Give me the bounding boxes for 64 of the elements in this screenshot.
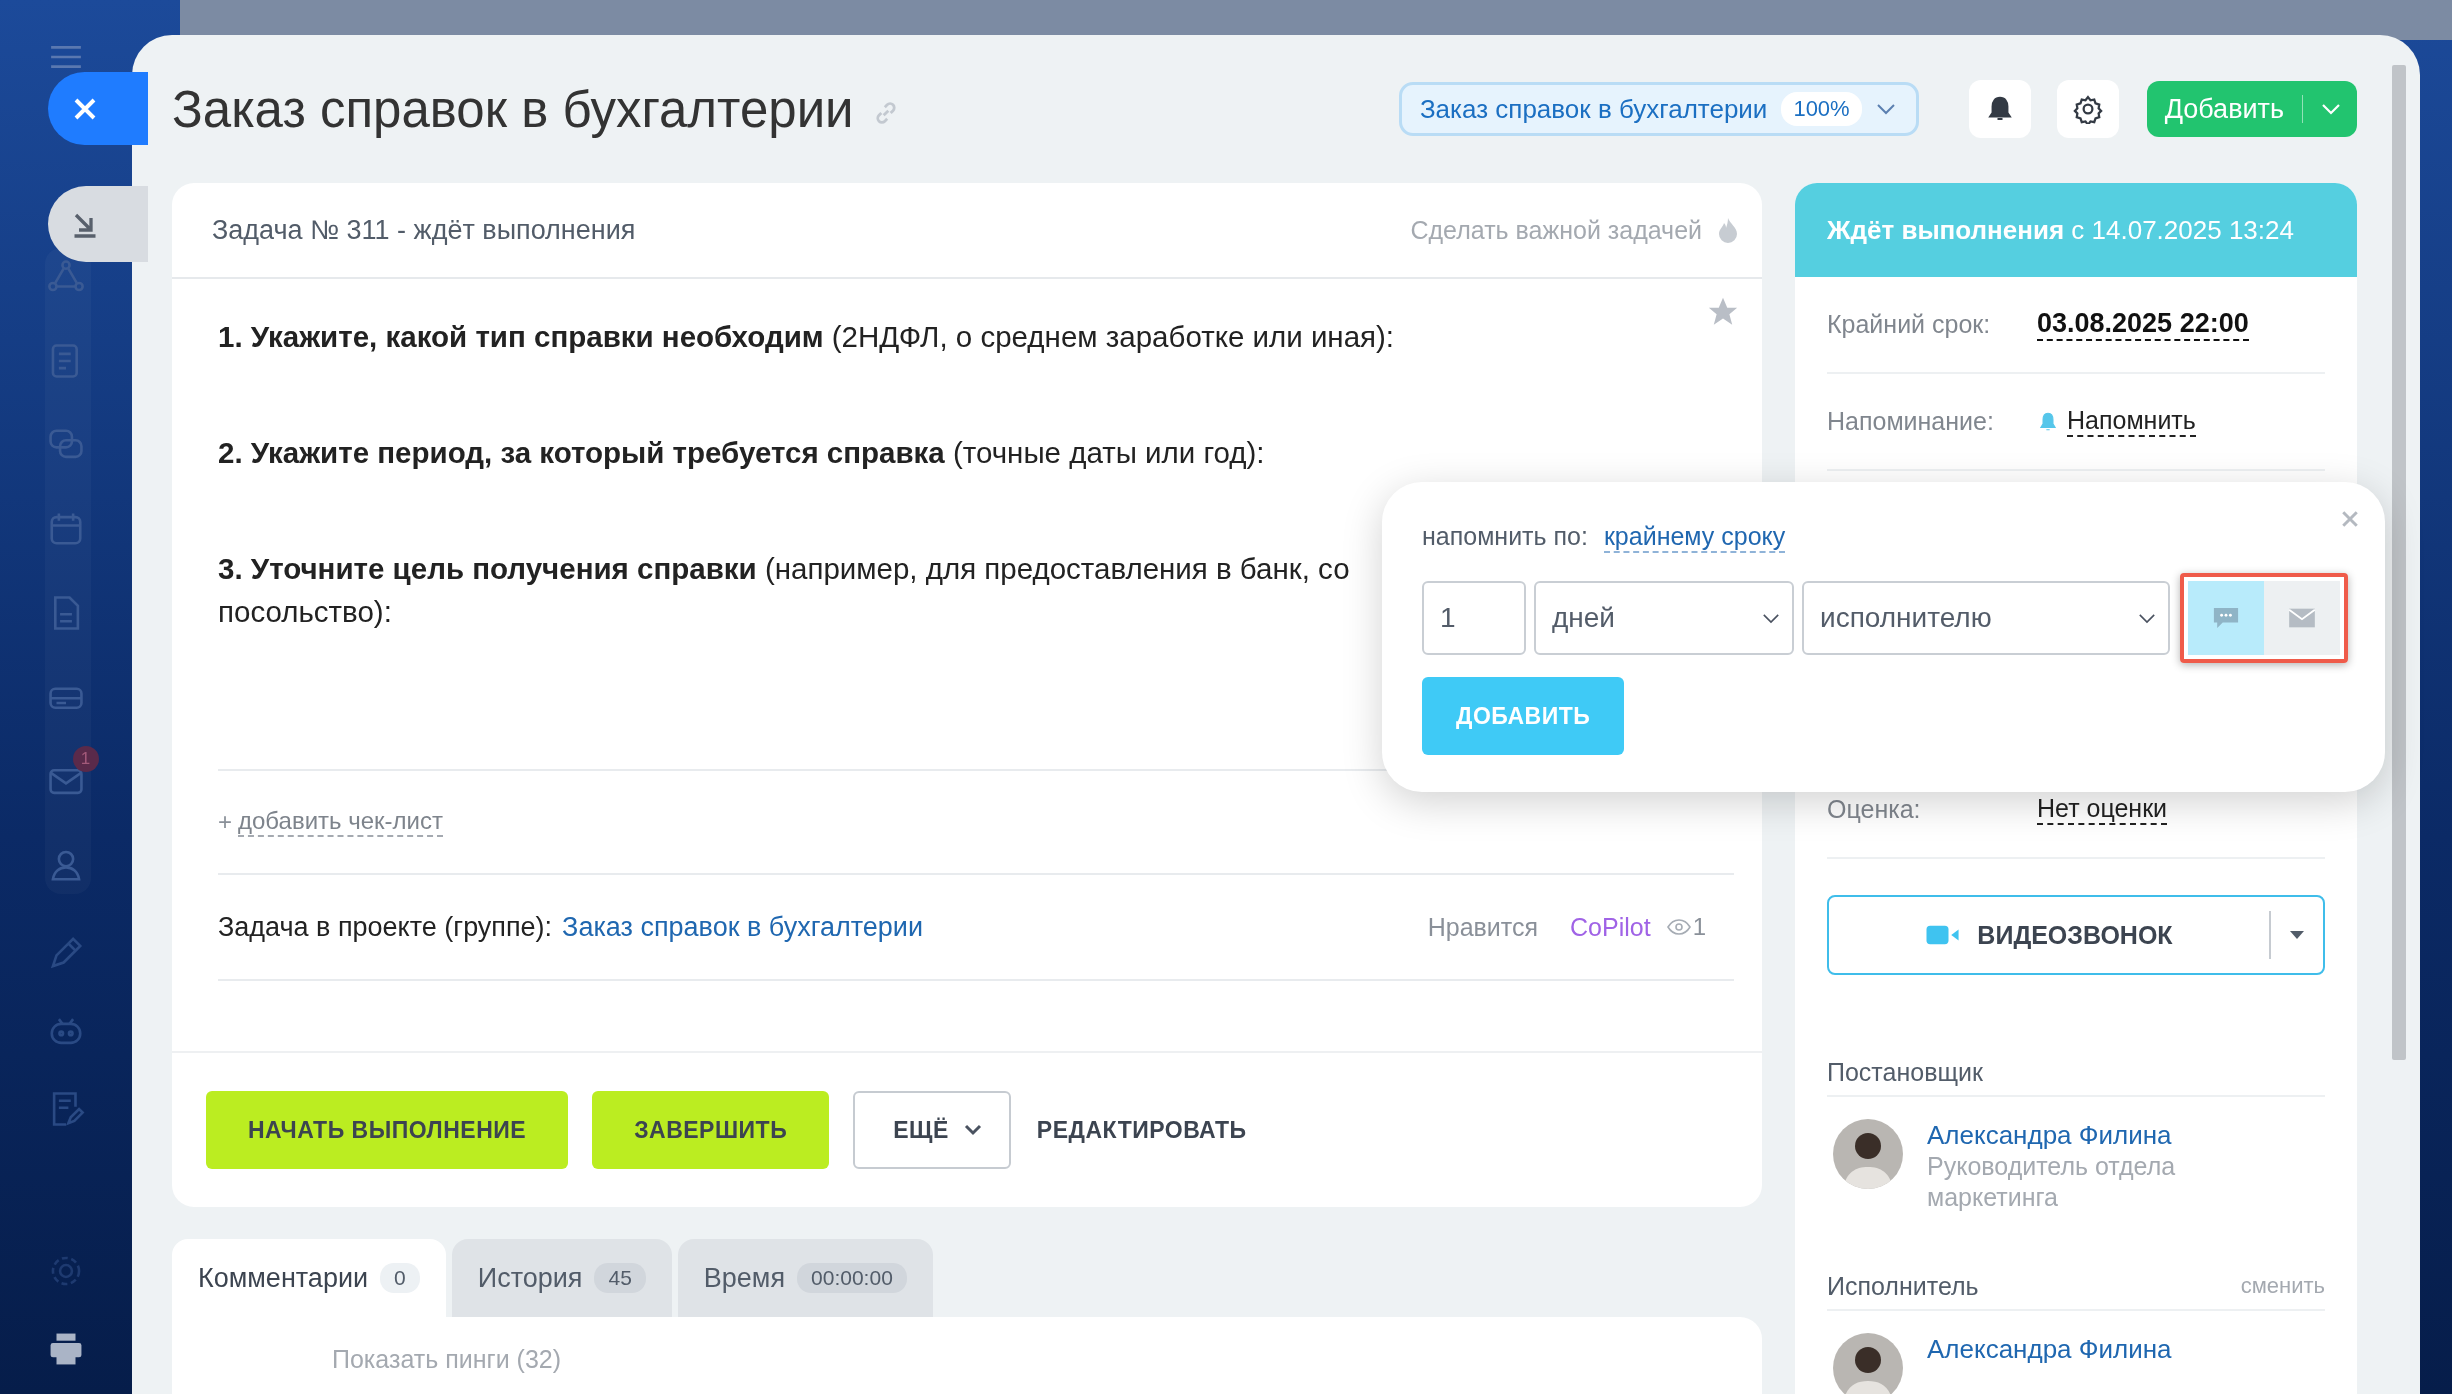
mail-icon	[2288, 607, 2316, 629]
like-link[interactable]: Нравится	[1427, 912, 1539, 942]
page-title: Заказ справок в бухгалтерии	[172, 79, 854, 139]
recipient-dropdown[interactable]: исполнителю	[1802, 581, 2170, 655]
minimize-button[interactable]	[48, 186, 148, 262]
chevron-icon[interactable]	[2321, 103, 2341, 115]
finish-button[interactable]: ЗАВЕРШИТЬ	[592, 1091, 830, 1169]
chevron-icon	[1875, 103, 1896, 115]
notification-button[interactable]	[1968, 80, 2031, 138]
field-label: Крайний срок:	[1827, 310, 1992, 339]
close-icon[interactable]	[2341, 510, 2359, 528]
settings-button[interactable]	[2056, 80, 2119, 138]
add-checklist-link[interactable]: добавить чек-лист	[238, 807, 443, 837]
tab[interactable]: Время 00:00:00	[677, 1239, 933, 1317]
start-button[interactable]: НАЧАТЬ ВЫПОЛНЕНИЕ	[206, 1091, 569, 1169]
project-link[interactable]: Заказ справок в бухгалтерии	[562, 911, 923, 943]
task-instruction: 1. Укажите, какой тип справки необходим (2НДФЛ, о среднем заработке или иная):	[218, 319, 1395, 355]
chevron-icon	[1762, 612, 1780, 624]
tab[interactable]: История 45	[451, 1239, 672, 1317]
person-name[interactable]: Александра Филина	[1927, 1333, 2172, 1365]
rating-link[interactable]: Нет оценки	[2037, 794, 2168, 825]
settings-icon	[2072, 94, 2103, 124]
reminder-link[interactable]: Напомнить	[2067, 406, 2196, 437]
eye-icon	[1666, 919, 1691, 935]
task-instruction: 3. Уточните цель получения справки (например, для предоставления в банк, со посольство):	[218, 551, 1350, 630]
field-label: Напоминание:	[1827, 407, 1995, 436]
tab[interactable]: Комментарии 0	[172, 1239, 446, 1317]
person-position: Руководитель отдела маркетинга	[1927, 1151, 2177, 1213]
camera-icon	[1925, 924, 1962, 946]
chevron-icon	[2138, 612, 2156, 624]
unit-dropdown[interactable]: дней	[1534, 581, 1794, 655]
progress-badge: 100%	[1781, 92, 1862, 126]
edit-button[interactable]: РЕДАКТИРОВАТЬ	[1034, 1116, 1249, 1144]
remind-mode-link[interactable]: крайнему сроку	[1603, 522, 1786, 553]
scrollbar[interactable]	[2392, 65, 2406, 1060]
count-badge: 0	[380, 1263, 420, 1293]
view-count: 1	[1692, 913, 1706, 941]
amount-field[interactable]: 1	[1422, 581, 1526, 655]
video-call-button[interactable]: ВИДЕОЗВОНОК	[1827, 895, 2325, 975]
remind-by-label: напомнить по:	[1422, 522, 1588, 552]
copilot-link[interactable]: CoPilot	[1570, 912, 1651, 942]
notification-badge: 1	[72, 746, 99, 772]
deadline-link[interactable]: 03.08.2025 22:00	[2037, 308, 2249, 341]
plus-sign: +	[218, 808, 232, 836]
flame-icon[interactable]	[1718, 216, 1738, 244]
bell-icon	[2037, 410, 2059, 433]
task-heading: Задача № 311 - ждёт выполнения	[212, 214, 636, 246]
chevron-icon	[962, 1124, 983, 1136]
role-label: Исполнитель	[1827, 1271, 1979, 1301]
task-instruction: 2. Укажите период, за который требуется справка (точные даты или год):	[218, 435, 1265, 471]
field-label: Оценка:	[1827, 795, 1922, 824]
role-label: Постановщик	[1827, 1057, 1983, 1087]
count-badge: 00:00:00	[797, 1263, 907, 1293]
avatar	[1833, 1333, 1903, 1394]
project-selector[interactable]: Заказ справок в бухгалтерии 100%	[1398, 82, 1919, 136]
person-name[interactable]: Александра Филина	[1927, 1119, 2227, 1151]
project-label: Задача в проекте (группе):	[218, 911, 553, 943]
status-text: Ждёт выполнения с 14.07.2025 13:24	[1827, 214, 2294, 246]
caret-icon[interactable]	[2289, 930, 2305, 940]
chat-icon	[2212, 607, 2240, 629]
menu-icon[interactable]	[48, 44, 83, 70]
more-button[interactable]: ЕЩЁ	[853, 1091, 1011, 1169]
count-badge: 45	[594, 1263, 646, 1293]
close-button[interactable]	[48, 72, 148, 145]
